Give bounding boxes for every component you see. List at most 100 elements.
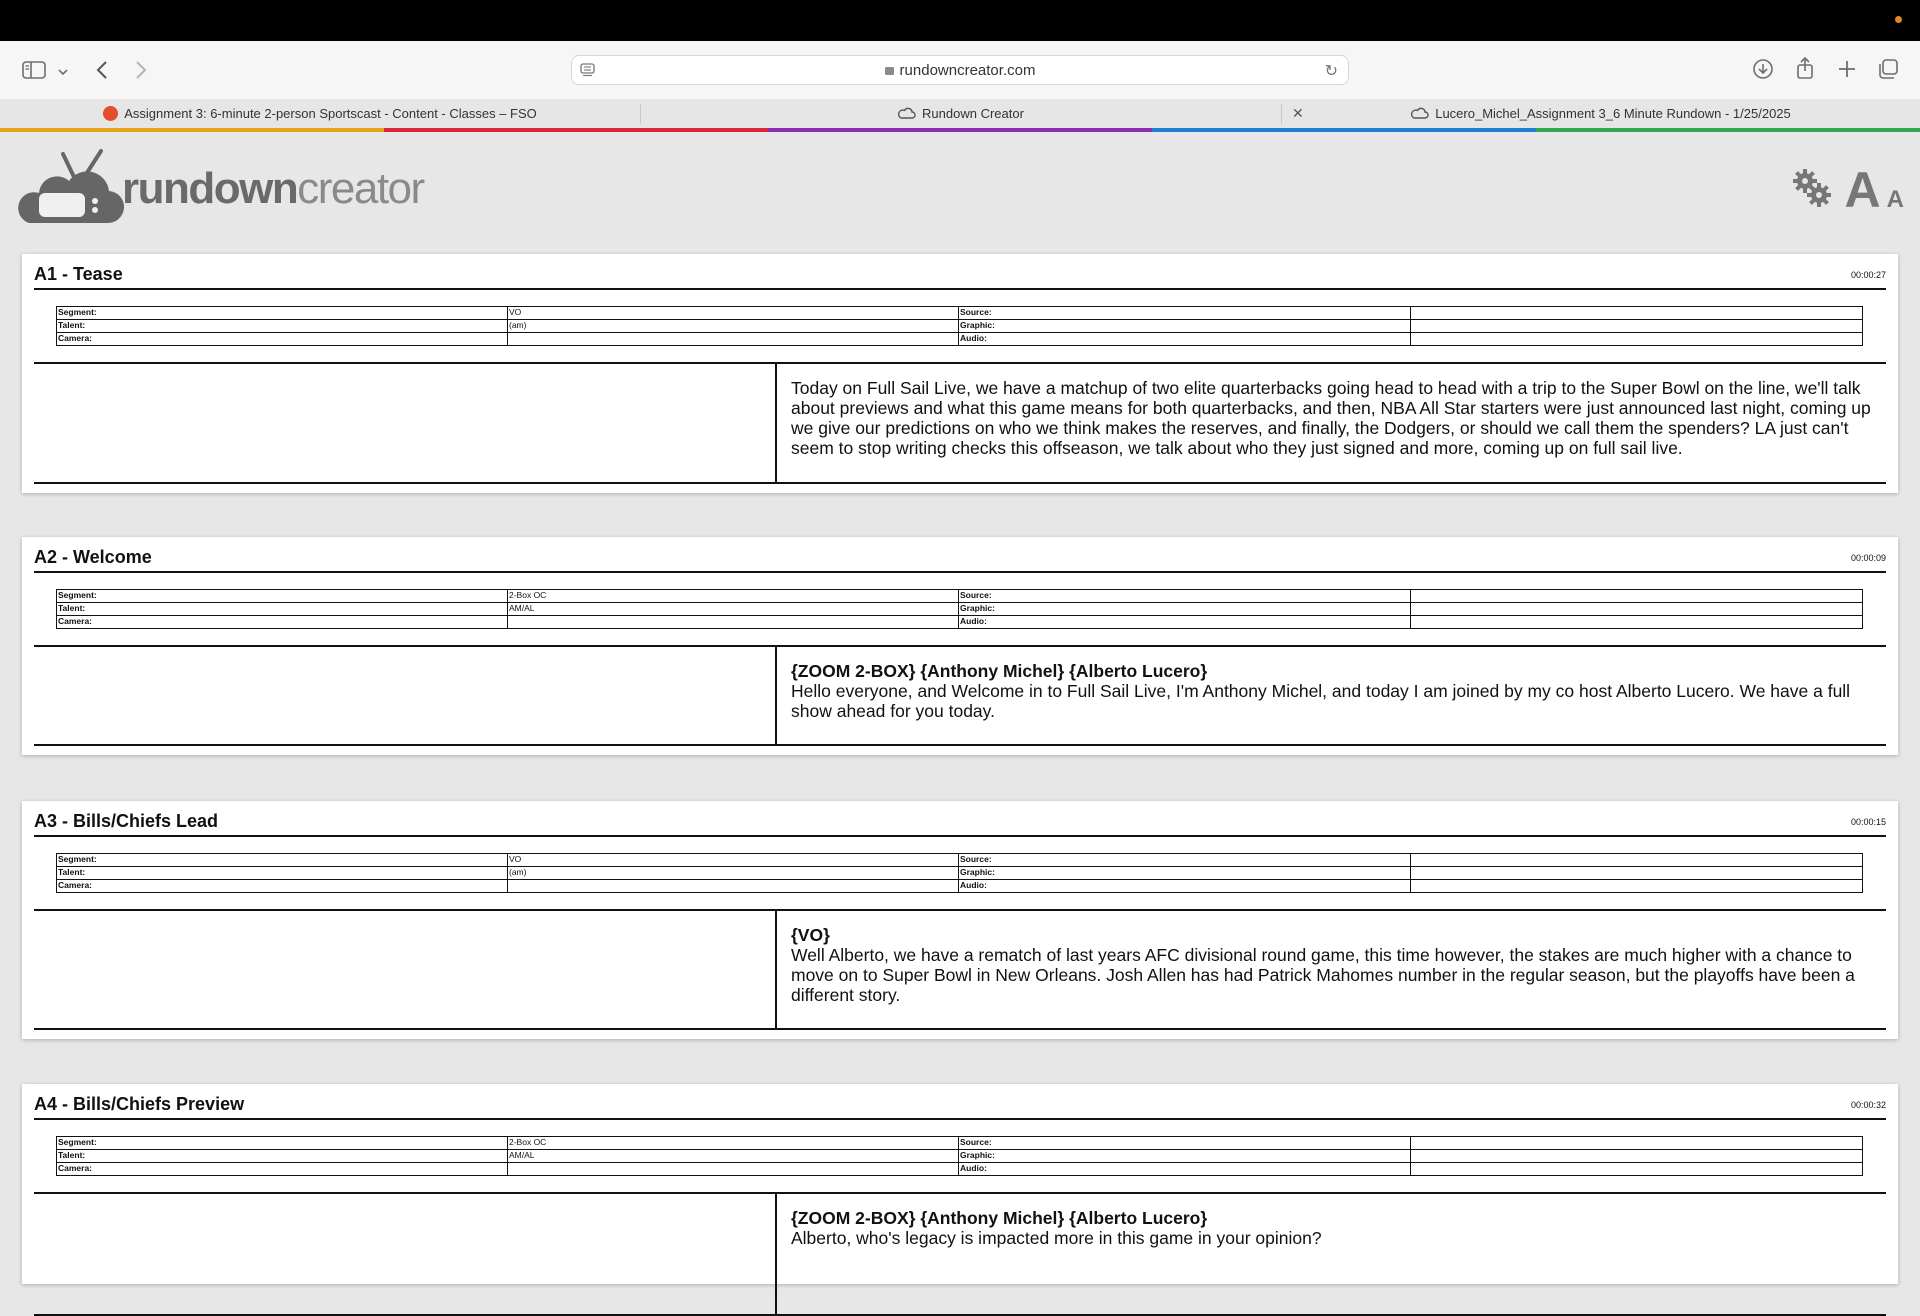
segment-value[interactable]: VO <box>507 306 959 320</box>
talent-label: Talent: <box>56 866 508 880</box>
segment-value[interactable]: 2-Box OC <box>507 589 959 603</box>
script-left-column[interactable] <box>34 364 777 482</box>
lock-icon <box>884 67 894 75</box>
story-script: {ZOOM 2-BOX} {Anthony Michel} {Alberto L… <box>34 645 1886 746</box>
story-duration: 00:00:15 <box>1850 817 1886 827</box>
close-icon[interactable]: ✕ <box>1292 105 1304 122</box>
talent-value[interactable]: AM/AL <box>507 1149 959 1163</box>
recording-indicator-icon <box>1895 16 1902 23</box>
forward-icon[interactable] <box>135 57 147 83</box>
talent-value[interactable]: (am) <box>507 866 959 880</box>
story-card: A2 - Welcome 00:00:09 Segment: 2-Box OC … <box>22 537 1898 755</box>
story-title[interactable]: A2 - Welcome <box>34 547 152 568</box>
share-icon[interactable] <box>1795 55 1815 81</box>
story-title[interactable]: A1 - Tease <box>34 264 123 285</box>
new-tab-icon[interactable] <box>1837 56 1857 82</box>
script-text-column[interactable]: {ZOOM 2-BOX} {Anthony Michel} {Alberto L… <box>791 661 1874 721</box>
segment-label: Segment: <box>56 589 508 603</box>
source-value[interactable] <box>1410 306 1863 320</box>
source-value[interactable] <box>1410 589 1863 603</box>
script-cue: {ZOOM 2-BOX} {Anthony Michel} {Alberto L… <box>791 661 1208 681</box>
story-metadata-table: Segment: 2-Box OC Source: Talent: AM/AL … <box>56 589 1863 629</box>
script-cue: {VO} <box>791 925 830 945</box>
source-value[interactable] <box>1410 1136 1863 1150</box>
graphic-label: Graphic: <box>958 1149 1411 1163</box>
tab-label: Rundown Creator <box>922 106 1024 121</box>
graphic-value[interactable] <box>1410 866 1863 880</box>
audio-label: Audio: <box>958 615 1411 629</box>
system-top-bar <box>0 0 1920 41</box>
reload-icon[interactable]: ↻ <box>1325 61 1338 81</box>
source-label: Source: <box>958 853 1411 867</box>
talent-label: Talent: <box>56 602 508 616</box>
script-text-column[interactable]: {VO} Well Alberto, we have a rematch of … <box>791 925 1874 1005</box>
header-tools: A A <box>1791 165 1904 215</box>
script-left-column[interactable] <box>34 1194 777 1314</box>
segment-label: Segment: <box>56 306 508 320</box>
talent-value[interactable]: (am) <box>507 319 959 333</box>
chevron-down-icon[interactable] <box>58 59 68 85</box>
font-size-large-button[interactable]: A <box>1845 165 1881 215</box>
segment-value[interactable]: VO <box>507 853 959 867</box>
rundown-favicon-icon <box>1411 105 1429 122</box>
source-label: Source: <box>958 589 1411 603</box>
audio-value[interactable] <box>1410 1162 1863 1176</box>
font-size-small-button[interactable]: A <box>1887 188 1904 212</box>
script-text-column[interactable]: Today on Full Sail Live, we have a match… <box>791 378 1874 458</box>
script-text: Today on Full Sail Live, we have a match… <box>791 378 1871 458</box>
graphic-value[interactable] <box>1410 602 1863 616</box>
tab-divider <box>640 104 641 124</box>
script-text: Well Alberto, we have a rematch of last … <box>791 945 1855 1005</box>
story-header: A4 - Bills/Chiefs Preview 00:00:32 <box>34 1092 1886 1120</box>
story-script: {VO} Well Alberto, we have a rematch of … <box>34 909 1886 1030</box>
story-card: A4 - Bills/Chiefs Preview 00:00:32 Segme… <box>22 1084 1898 1316</box>
tab-rundown-creator[interactable]: Rundown Creator <box>641 99 1281 128</box>
graphic-value[interactable] <box>1410 1149 1863 1163</box>
talent-label: Talent: <box>56 319 508 333</box>
audio-value[interactable] <box>1410 879 1863 893</box>
story-duration: 00:00:09 <box>1850 553 1886 563</box>
app-logo-text: rundowncreator <box>122 164 425 214</box>
script-left-column[interactable] <box>34 911 777 1028</box>
script-left-column[interactable] <box>34 647 777 744</box>
camera-value[interactable] <box>507 615 959 629</box>
graphic-value[interactable] <box>1410 319 1863 333</box>
tab-label: Lucero_Michel_Assignment 3_6 Minute Rund… <box>1435 106 1791 121</box>
sidebar-toggle-icon[interactable] <box>22 57 46 83</box>
audio-value[interactable] <box>1410 615 1863 629</box>
tab-rundown-doc[interactable]: ✕ Lucero_Michel_Assignment 3_6 Minute Ru… <box>1282 99 1920 128</box>
story-header: A2 - Welcome 00:00:09 <box>34 545 1886 573</box>
story-title[interactable]: A3 - Bills/Chiefs Lead <box>34 811 218 832</box>
tab-assignment[interactable]: Assignment 3: 6-minute 2-person Sportsca… <box>0 99 640 128</box>
tab-bar: Assignment 3: 6-minute 2-person Sportsca… <box>0 99 1920 128</box>
graphic-label: Graphic: <box>958 602 1411 616</box>
url-text: rundowncreator.com <box>899 62 1036 79</box>
segment-label: Segment: <box>56 1136 508 1150</box>
address-bar[interactable]: rundowncreator.com ↻ <box>571 55 1349 85</box>
camera-value[interactable] <box>507 879 959 893</box>
back-icon[interactable] <box>96 57 108 83</box>
script-text-column[interactable]: {ZOOM 2-BOX} {Anthony Michel} {Alberto L… <box>791 1208 1874 1248</box>
story-metadata-table: Segment: 2-Box OC Source: Talent: AM/AL … <box>56 1136 1863 1176</box>
story-script: Today on Full Sail Live, we have a match… <box>34 362 1886 484</box>
tab-overview-icon[interactable] <box>1877 56 1899 82</box>
segment-label: Segment: <box>56 853 508 867</box>
camera-value[interactable] <box>507 1162 959 1176</box>
segment-value[interactable]: 2-Box OC <box>507 1136 959 1150</box>
story-header: A3 - Bills/Chiefs Lead 00:00:15 <box>34 809 1886 837</box>
logo-light-text: creator <box>297 164 425 213</box>
source-label: Source: <box>958 1136 1411 1150</box>
camera-value[interactable] <box>507 332 959 346</box>
story-card: A3 - Bills/Chiefs Lead 00:00:15 Segment:… <box>22 801 1898 1039</box>
story-header: A1 - Tease 00:00:27 <box>34 262 1886 290</box>
source-value[interactable] <box>1410 853 1863 867</box>
story-title[interactable]: A4 - Bills/Chiefs Preview <box>34 1094 244 1115</box>
audio-value[interactable] <box>1410 332 1863 346</box>
script-text: Alberto, who's legacy is impacted more i… <box>791 1228 1322 1248</box>
script-text: Hello everyone, and Welcome in to Full S… <box>791 681 1851 721</box>
script-cue: {ZOOM 2-BOX} {Anthony Michel} {Alberto L… <box>791 1208 1208 1228</box>
settings-gear-icon[interactable] <box>1791 169 1831 212</box>
download-icon[interactable] <box>1752 56 1774 82</box>
talent-value[interactable]: AM/AL <box>507 602 959 616</box>
logo-bold-text: rundown <box>122 164 299 213</box>
